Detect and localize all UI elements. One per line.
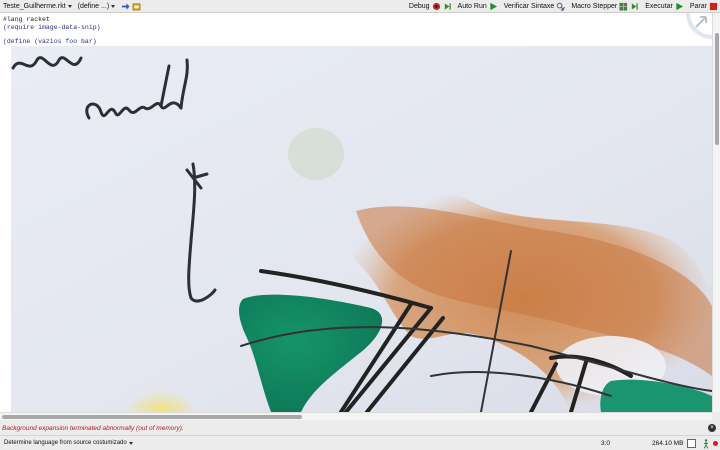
file-menu[interactable]: Teste_Guilherme.rkt	[3, 3, 72, 10]
code-line: #lang racket	[3, 16, 50, 23]
watercolor-sketch-image	[11, 46, 712, 412]
status-bar: Determine language from source costumiza…	[0, 435, 720, 450]
code-line: (define (vazios foo bar)	[3, 38, 97, 45]
step-icon	[444, 3, 451, 10]
check-syntax-label: Verificar Sintaxe	[503, 3, 555, 10]
close-icon[interactable]: ×	[708, 424, 716, 432]
arrow-right-icon	[122, 3, 130, 10]
message-bar: Background expansion terminated abnormal…	[0, 420, 720, 435]
horizontal-scroll-thumb[interactable]	[2, 415, 302, 419]
language-selector-label: Determine language from source costumiza…	[4, 440, 127, 446]
macro-stepper-label: Macro Stepper	[571, 3, 618, 10]
auto-run-button[interactable]: Auto Run	[458, 1, 498, 12]
stepper-icon	[619, 2, 628, 11]
bug-icon	[432, 2, 440, 11]
definitions-editor[interactable]: #lang racket (require image-data-snip) (…	[0, 13, 712, 412]
magnifier-check-icon	[557, 2, 566, 11]
toolbar: Teste_Guilherme.rkt (define ...) Debug A…	[0, 0, 720, 13]
cursor-position: 3:0	[601, 440, 611, 447]
define-menu-label: (define ...)	[77, 3, 110, 10]
folder-icon	[132, 3, 141, 11]
chevron-down-icon	[67, 5, 72, 8]
stop-button[interactable]: Parar	[690, 1, 718, 12]
horizontal-scrollbar[interactable]	[0, 412, 712, 420]
go-to-file-button[interactable]	[121, 2, 141, 11]
vertical-scroll-thumb[interactable]	[715, 33, 719, 145]
auto-run-label: Auto Run	[457, 3, 487, 10]
running-indicator	[713, 441, 718, 446]
run-label: Executar	[645, 3, 673, 10]
walker-icon	[703, 439, 709, 449]
debug-button[interactable]: Debug	[409, 1, 452, 12]
memory-usage[interactable]: 264.10 MB	[652, 440, 683, 447]
debug-label: Debug	[408, 3, 430, 10]
image-snip[interactable]	[11, 46, 712, 412]
language-selector[interactable]: Determine language from source costumiza…	[4, 440, 133, 446]
stop-label: Parar	[689, 3, 707, 10]
error-message: Background expansion terminated abnormal…	[2, 425, 184, 432]
run-icon	[676, 2, 683, 11]
step-icon	[632, 3, 638, 10]
page-curl-icon	[686, 13, 712, 39]
vertical-scrollbar[interactable]	[712, 13, 720, 412]
run-button[interactable]: Executar	[645, 1, 684, 12]
check-syntax-button[interactable]: Verificar Sintaxe	[504, 1, 566, 12]
file-menu-label: Teste_Guilherme.rkt	[3, 3, 66, 10]
chevron-down-icon	[111, 5, 116, 8]
stop-icon	[709, 2, 718, 11]
chevron-down-icon	[128, 441, 133, 445]
macro-stepper-button[interactable]: Macro Stepper	[571, 1, 639, 12]
gc-indicator	[687, 439, 696, 448]
define-menu[interactable]: (define ...)	[78, 3, 116, 10]
play-icon	[490, 2, 497, 11]
code-line: (require image-data-snip)	[3, 23, 101, 31]
